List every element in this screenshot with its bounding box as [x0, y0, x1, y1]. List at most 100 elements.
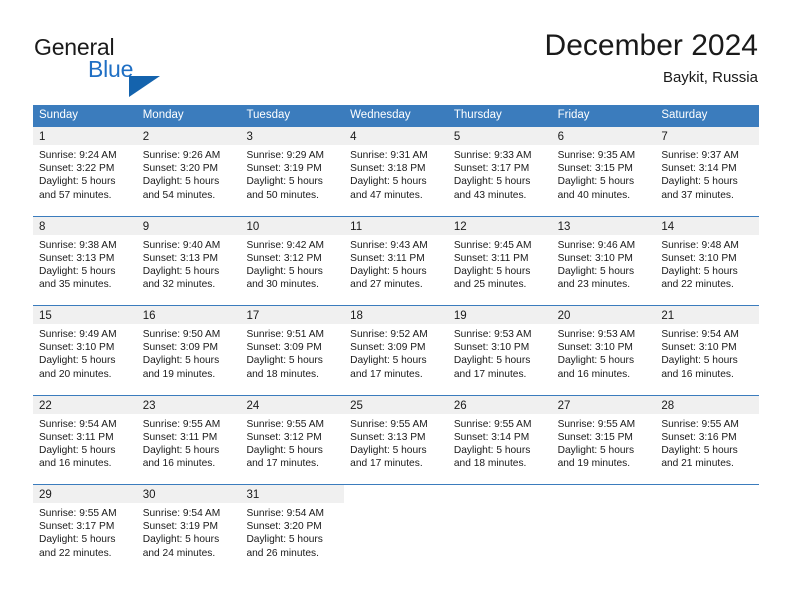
- sunset-text: Sunset: 3:10 PM: [661, 342, 737, 354]
- day-number-band: 14: [655, 216, 760, 235]
- day-number: 16: [142, 310, 156, 322]
- day-number-band: 24: [240, 395, 345, 414]
- daylight-text-line2: and 32 minutes.: [142, 279, 216, 291]
- day-number: 20: [557, 310, 571, 322]
- day-details: Sunrise: 9:51 AM Sunset: 3:09 PM Dayligh…: [240, 324, 344, 381]
- sunrise-text: Sunrise: 9:54 AM: [661, 329, 739, 340]
- day-cell[interactable]: 23 Sunrise: 9:55 AM Sunset: 3:11 PM Dayl…: [136, 395, 241, 484]
- day-number: 24: [246, 399, 260, 412]
- day-cell[interactable]: 8 Sunrise: 9:38 AM Sunset: 3:13 PM Dayli…: [33, 216, 137, 305]
- day-cell[interactable]: 22 Sunrise: 9:54 AM Sunset: 3:11 PM Dayl…: [33, 395, 137, 484]
- page-header: General Blue December 2024 Baykit, Russi…: [0, 0, 792, 100]
- day-cell[interactable]: 27 Sunrise: 9:55 AM Sunset: 3:15 PM Dayl…: [551, 395, 656, 484]
- daylight-text-line2: and 16 minutes.: [39, 458, 112, 470]
- day-details: Sunrise: 9:55 AM Sunset: 3:16 PM Dayligh…: [655, 414, 759, 471]
- weekday-header-tuesday: Tuesday: [246, 109, 291, 121]
- day-number: 5: [453, 131, 461, 143]
- sunset-text: Sunset: 3:13 PM: [350, 431, 426, 443]
- day-cell[interactable]: 15 Sunrise: 9:49 AM Sunset: 3:10 PM Dayl…: [33, 306, 137, 395]
- day-cell[interactable]: 14 Sunrise: 9:48 AM Sunset: 3:10 PM Dayl…: [655, 216, 760, 305]
- day-cell[interactable]: 9 Sunrise: 9:40 AM Sunset: 3:13 PM Dayli…: [136, 216, 241, 305]
- day-number-band: [655, 485, 760, 503]
- day-number-band: 30: [136, 485, 241, 503]
- day-cell[interactable]: 3 Sunrise: 9:29 AM Sunset: 3:19 PM Dayli…: [240, 127, 345, 216]
- day-details: Sunrise: 9:53 AM Sunset: 3:10 PM Dayligh…: [552, 324, 656, 381]
- day-cell[interactable]: 13 Sunrise: 9:46 AM Sunset: 3:10 PM Dayl…: [551, 216, 656, 305]
- day-cell[interactable]: 20 Sunrise: 9:53 AM Sunset: 3:10 PM Dayl…: [551, 306, 656, 395]
- daylight-text-line1: Daylight: 5 hours: [350, 265, 427, 277]
- day-details: Sunrise: 9:48 AM Sunset: 3:10 PM Dayligh…: [655, 235, 759, 292]
- day-cell[interactable]: 29 Sunrise: 9:55 AM Sunset: 3:17 PM Dayl…: [33, 485, 137, 574]
- daylight-text-line2: and 23 minutes.: [557, 279, 631, 291]
- day-cell[interactable]: 18 Sunrise: 9:52 AM Sunset: 3:09 PM Dayl…: [344, 306, 448, 395]
- sunset-text: Sunset: 3:14 PM: [661, 163, 737, 175]
- daylight-text-line2: and 19 minutes.: [142, 368, 216, 380]
- day-number: 8: [39, 220, 46, 233]
- day-cell[interactable]: 6 Sunrise: 9:35 AM Sunset: 3:15 PM Dayli…: [551, 127, 656, 216]
- day-number: 12: [453, 220, 467, 233]
- sunset-text: Sunset: 3:14 PM: [453, 431, 530, 443]
- day-cell[interactable]: 24 Sunrise: 9:55 AM Sunset: 3:12 PM Dayl…: [240, 395, 345, 484]
- day-cell[interactable]: 2 Sunrise: 9:26 AM Sunset: 3:20 PM Dayli…: [136, 127, 241, 216]
- day-details: Sunrise: 9:33 AM Sunset: 3:17 PM Dayligh…: [448, 145, 552, 202]
- day-details: Sunrise: 9:55 AM Sunset: 3:15 PM Dayligh…: [552, 414, 656, 471]
- day-number: 4: [350, 131, 357, 143]
- day-number: 15: [39, 310, 52, 322]
- day-details: Sunrise: 9:50 AM Sunset: 3:09 PM Dayligh…: [137, 324, 241, 381]
- day-number: 27: [557, 399, 571, 412]
- sunset-text: Sunset: 3:22 PM: [39, 163, 115, 175]
- day-number-band: 15: [33, 306, 137, 324]
- day-cell[interactable]: 30 Sunrise: 9:54 AM Sunset: 3:19 PM Dayl…: [136, 485, 241, 574]
- day-cell[interactable]: 21 Sunrise: 9:54 AM Sunset: 3:10 PM Dayl…: [655, 306, 760, 395]
- daylight-text-line2: and 57 minutes.: [39, 189, 112, 201]
- day-number: 3: [246, 131, 253, 143]
- day-cell[interactable]: 4 Sunrise: 9:31 AM Sunset: 3:18 PM Dayli…: [344, 127, 448, 216]
- day-cell[interactable]: 26 Sunrise: 9:55 AM Sunset: 3:14 PM Dayl…: [447, 395, 552, 484]
- sunset-text: Sunset: 3:10 PM: [39, 342, 115, 354]
- daylight-text-line2: and 18 minutes.: [453, 458, 527, 470]
- daylight-text-line1: Daylight: 5 hours: [661, 355, 738, 367]
- day-number: 10: [246, 220, 260, 233]
- daylight-text-line1: Daylight: 5 hours: [661, 444, 738, 456]
- daylight-text-line1: Daylight: 5 hours: [453, 355, 531, 367]
- sunrise-text: Sunrise: 9:26 AM: [142, 150, 221, 161]
- sunrise-text: Sunrise: 9:48 AM: [661, 239, 739, 251]
- day-details: Sunrise: 9:54 AM Sunset: 3:19 PM Dayligh…: [137, 503, 241, 560]
- day-number-band: 3: [240, 127, 345, 145]
- day-number-band: [344, 485, 448, 503]
- daylight-text-line1: Daylight: 5 hours: [453, 176, 531, 188]
- daylight-text-line1: Daylight: 5 hours: [350, 355, 427, 367]
- sunrise-text: Sunrise: 9:33 AM: [453, 150, 532, 161]
- weekday-header-saturday: Saturday: [661, 109, 708, 121]
- daylight-text-line1: Daylight: 5 hours: [39, 176, 116, 188]
- day-number-band: 9: [136, 216, 241, 235]
- daylight-text-line2: and 16 minutes.: [557, 368, 631, 380]
- day-cell[interactable]: 11 Sunrise: 9:43 AM Sunset: 3:11 PM Dayl…: [344, 216, 448, 305]
- day-cell[interactable]: 1 Sunrise: 9:24 AM Sunset: 3:22 PM Dayli…: [33, 127, 137, 216]
- day-cell[interactable]: 12 Sunrise: 9:45 AM Sunset: 3:11 PM Dayl…: [447, 216, 552, 305]
- day-number-band: 4: [344, 127, 448, 145]
- day-cell[interactable]: 16 Sunrise: 9:50 AM Sunset: 3:09 PM Dayl…: [136, 306, 241, 395]
- day-details: Sunrise: 9:37 AM Sunset: 3:14 PM Dayligh…: [655, 145, 759, 202]
- sunrise-text: Sunrise: 9:24 AM: [39, 150, 117, 161]
- daylight-text-line2: and 16 minutes.: [142, 458, 216, 470]
- weekday-header-monday: Monday: [142, 109, 184, 121]
- day-cell[interactable]: 5 Sunrise: 9:33 AM Sunset: 3:17 PM Dayli…: [447, 127, 552, 216]
- logo-triangle-icon: [129, 76, 160, 97]
- sunrise-text: Sunrise: 9:42 AM: [246, 239, 325, 251]
- sunset-text: Sunset: 3:19 PM: [246, 163, 322, 175]
- day-number: 21: [661, 310, 675, 322]
- general-blue-logo[interactable]: General Blue: [34, 34, 224, 97]
- day-cell[interactable]: 19 Sunrise: 9:53 AM Sunset: 3:10 PM Dayl…: [447, 306, 552, 395]
- day-number: 26: [453, 399, 467, 412]
- day-cell[interactable]: 17 Sunrise: 9:51 AM Sunset: 3:09 PM Dayl…: [240, 306, 345, 395]
- day-cell[interactable]: 31 Sunrise: 9:54 AM Sunset: 3:20 PM Dayl…: [240, 485, 345, 574]
- day-number: 25: [350, 399, 363, 412]
- day-cell[interactable]: 7 Sunrise: 9:37 AM Sunset: 3:14 PM Dayli…: [655, 127, 760, 216]
- day-cell[interactable]: 28 Sunrise: 9:55 AM Sunset: 3:16 PM Dayl…: [655, 395, 760, 484]
- sunrise-text: Sunrise: 9:55 AM: [350, 418, 428, 430]
- day-cell[interactable]: 25 Sunrise: 9:55 AM Sunset: 3:13 PM Dayl…: [344, 395, 448, 484]
- day-cell[interactable]: 10 Sunrise: 9:42 AM Sunset: 3:12 PM Dayl…: [240, 216, 345, 305]
- daylight-text-line2: and 25 minutes.: [453, 279, 527, 291]
- sunrise-text: Sunrise: 9:53 AM: [557, 329, 636, 340]
